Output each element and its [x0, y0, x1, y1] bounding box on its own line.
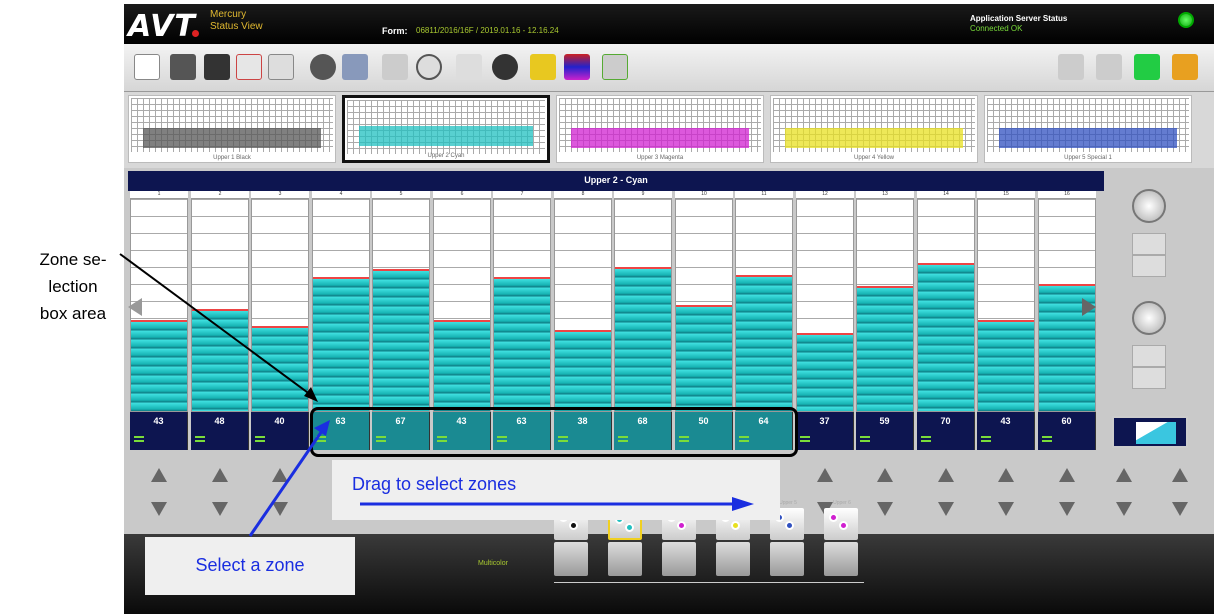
drag-arrow-head: [732, 497, 754, 511]
select-arrow-head: [314, 420, 330, 436]
zone-arrow-line: [119, 253, 316, 399]
zone-arrow-head: [304, 387, 318, 402]
select-arrow-line: [248, 427, 326, 537]
annotation-arrows: [119, 253, 754, 537]
